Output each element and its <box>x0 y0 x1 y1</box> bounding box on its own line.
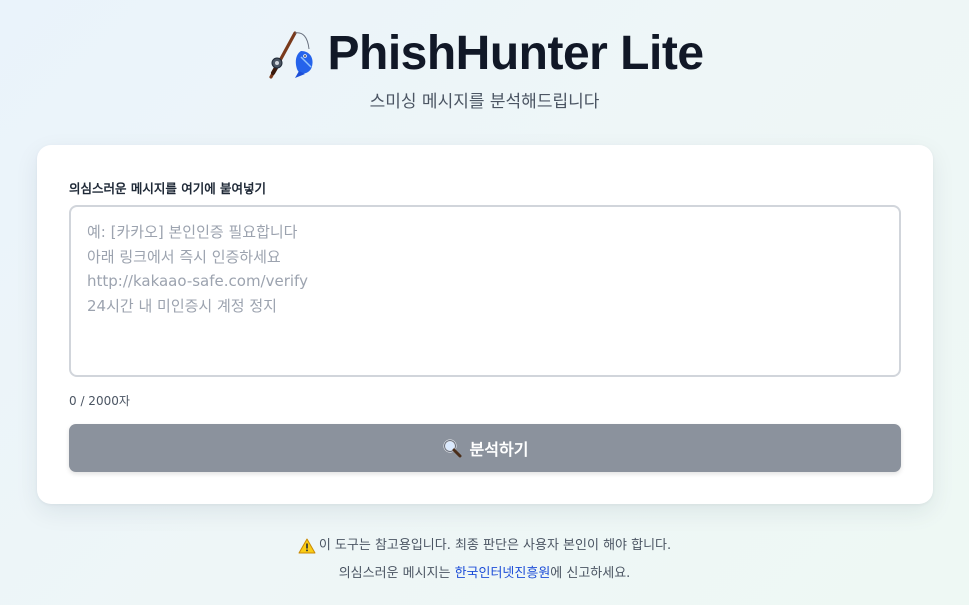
header: PhishHunter Lite 스미싱 메시지를 분석해드립니다 <box>0 22 969 112</box>
report-line: 의심스러운 메시지는 한국인터넷진흥원 에 신고하세요. <box>0 564 969 584</box>
message-input-label: 의심스러운 메시지를 여기에 붙여넣기 <box>69 181 267 196</box>
magnifying-glass-icon <box>442 439 462 458</box>
warning-icon <box>298 538 316 554</box>
title-row: PhishHunter Lite <box>0 22 969 84</box>
disclaimer-text: 이 도구는 참고용입니다. 최종 판단은 사용자 본인이 해야 합니다. <box>318 538 672 553</box>
report-suffix: 에 신고하세요. <box>550 566 631 581</box>
app-subtitle: 스미싱 메시지를 분석해드립니다 <box>369 92 600 112</box>
footer: 이 도구는 참고용입니다. 최종 판단은 사용자 본인이 해야 합니다. 의심스… <box>0 536 969 592</box>
analyze-button-label: 분석하기 <box>469 440 529 459</box>
analysis-card: 의심스러운 메시지를 여기에 붙여넣기 예: [카카오] 본인인증 필요합니다 … <box>37 145 933 504</box>
disclaimer-line: 이 도구는 참고용입니다. 최종 판단은 사용자 본인이 해야 합니다. <box>0 536 969 556</box>
analyze-button[interactable]: 분석하기 <box>69 424 901 472</box>
app-title: PhishHunter Lite <box>327 26 704 80</box>
character-counter: 0 / 2000자 <box>69 394 130 408</box>
message-textarea[interactable]: 예: [카카오] 본인인증 필요합니다 아래 링크에서 즉시 인증하세요 htt… <box>69 205 901 377</box>
report-prefix: 의심스러운 메시지는 <box>338 566 455 581</box>
fishing-pole-and-fish-icon <box>269 31 314 79</box>
kisa-link[interactable]: 한국인터넷진흥원 <box>455 564 551 584</box>
